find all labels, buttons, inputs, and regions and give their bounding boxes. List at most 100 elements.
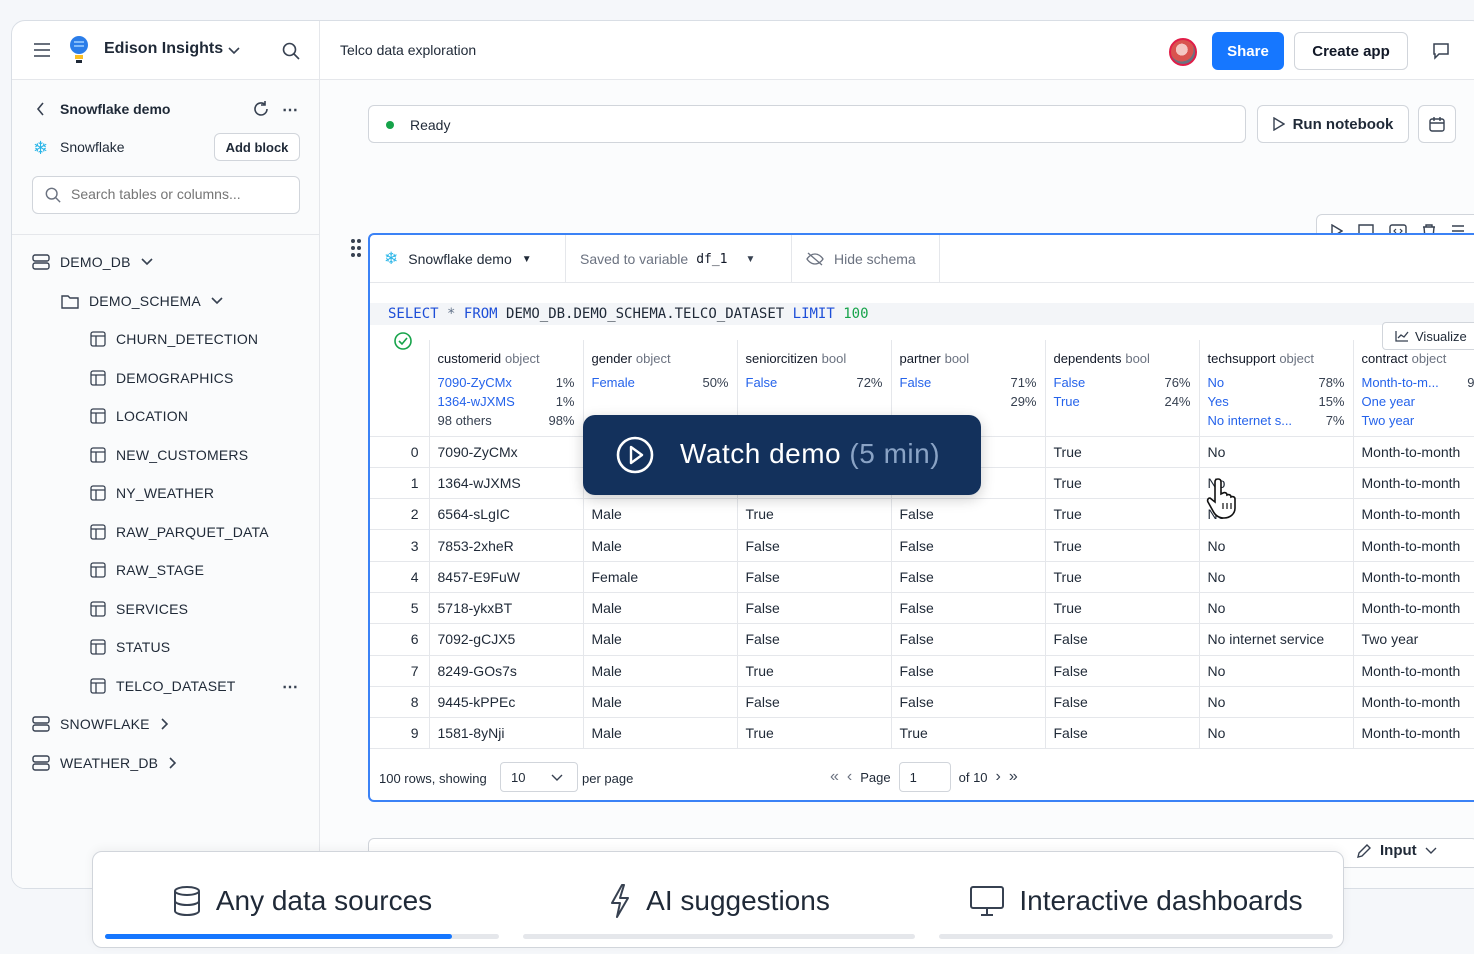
tab-data-sources[interactable]: Any data sources (93, 852, 511, 949)
search-input[interactable] (71, 186, 291, 202)
table-cell: Male (583, 529, 738, 562)
schedule-button[interactable] (1418, 105, 1456, 143)
column-header[interactable]: techsupport object No 78% Yes 15% No internet… (1199, 340, 1354, 437)
input-button[interactable]: Input (1356, 842, 1437, 859)
table-cell: True (1045, 592, 1200, 625)
column-header[interactable]: contract object Month-to-m... 9 One year Two… (1353, 340, 1474, 437)
tree-table[interactable]: TELCO_DATASET (90, 678, 236, 694)
tree-table[interactable]: DEMOGRAPHICS (90, 370, 234, 386)
avatar[interactable] (1169, 38, 1197, 66)
table-row[interactable]: 6 7092-gCJX5 Male False False False No interne… (370, 623, 1474, 656)
stat-percent: 71% (1010, 375, 1037, 390)
menu-icon[interactable] (33, 42, 51, 63)
add-block-button[interactable]: Add block (214, 133, 300, 161)
back-chevron-icon[interactable] (36, 102, 46, 121)
tree-db-demo[interactable]: DEMO_DB (32, 254, 153, 270)
table-cell: Month-to-month (1353, 561, 1474, 593)
per-page-value: 10 (511, 770, 526, 785)
table-row[interactable]: 8 9445-kPPEc Male False False False No Month-to… (370, 686, 1474, 719)
table-row[interactable]: 9 1581-8yNji Male True True False No Month-to-m… (370, 717, 1474, 750)
table-row[interactable]: 5 5718-ykxBT Male False False True No Month-to-… (370, 592, 1474, 625)
stat-value: Yes (1207, 394, 1229, 409)
stat-value: False (745, 375, 778, 390)
topbar-divider (319, 21, 320, 80)
table-cell: False (737, 686, 892, 719)
sql-editor[interactable]: SELECT * FROM DEMO_DB.DEMO_SCHEMA.TELCO_… (370, 303, 1474, 325)
tree-table[interactable]: RAW_STAGE (90, 562, 204, 578)
refresh-icon[interactable] (252, 100, 270, 123)
lightning-icon (611, 883, 630, 918)
table-search[interactable] (32, 176, 300, 214)
watch-demo-button[interactable]: Watch demo (5 min) (583, 415, 981, 495)
saved-label: Saved to variable (580, 251, 689, 267)
tree-table[interactable]: SERVICES (90, 601, 188, 617)
drag-handle-icon[interactable] (350, 238, 362, 263)
table-cell: False (1045, 717, 1200, 750)
table-row[interactable]: 7 8249-GOs7s Male True False False No Month-to-… (370, 655, 1474, 687)
tree-table[interactable]: NY_WEATHER (90, 485, 214, 501)
top-bar: Edison Insights Telco data exploration S… (12, 21, 1474, 80)
table-cell: Male (583, 686, 738, 719)
stat-value: No internet s... (1207, 413, 1293, 428)
per-page-select[interactable]: 10 (500, 762, 578, 792)
tree-table[interactable]: LOCATION (90, 408, 188, 424)
chevron-down-icon[interactable] (228, 43, 240, 61)
source-selector[interactable]: ❄ Snowflake demo ▼ (384, 235, 566, 283)
table-cell: False (737, 623, 892, 656)
table-row[interactable]: 3 7853-2xheR Male False False True No Month-to-… (370, 529, 1474, 562)
row-index: 3 (370, 529, 430, 562)
brand-name[interactable]: Edison Insights (104, 40, 223, 58)
table-cell: True (891, 717, 1046, 750)
tab-ai-suggestions[interactable]: AI suggestions (511, 852, 927, 949)
column-type: bool (1125, 351, 1150, 366)
play-circle-icon (616, 436, 654, 474)
column-header[interactable]: dependents bool False 76% True 24% (1045, 340, 1200, 437)
hide-schema-button[interactable]: Hide schema (792, 235, 940, 283)
column-stat: No 78% (1208, 373, 1345, 392)
sql-cell[interactable]: ❄ Snowflake demo ▼ Saved to variable df_… (368, 233, 1474, 802)
tree-table[interactable]: CHURN_DETECTION (90, 331, 258, 347)
comment-icon[interactable] (1432, 42, 1450, 65)
next-page-icon[interactable]: › (996, 768, 1001, 786)
first-page-icon[interactable]: « (830, 768, 839, 786)
tree-table[interactable]: RAW_PARQUET_DATA (90, 524, 269, 540)
table-cell: 1581-8yNji (429, 717, 584, 750)
document-title[interactable]: Telco data exploration (340, 42, 476, 58)
share-button[interactable]: Share (1212, 32, 1284, 70)
run-notebook-button[interactable]: Run notebook (1257, 105, 1409, 143)
stat-value: True (1053, 394, 1080, 409)
tree-table[interactable]: NEW_CUSTOMERS (90, 447, 248, 463)
column-stat: 29% (900, 392, 1036, 411)
table-cell: True (1045, 529, 1200, 562)
more-icon[interactable]: ⋯ (282, 100, 298, 120)
calendar-icon (1429, 117, 1445, 132)
source-name: Snowflake demo (408, 251, 512, 267)
table-cell: 9445-kPPEc (429, 686, 584, 719)
tree-db-weather[interactable]: WEATHER_DB (32, 755, 178, 771)
variable-selector[interactable]: Saved to variable df_1 ▼ (566, 235, 792, 283)
create-app-button[interactable]: Create app (1294, 32, 1408, 70)
stat-value: 1364-wJXMS (437, 394, 515, 409)
column-header[interactable]: customerid object 7090-ZyCMx 1% 1364-wJXMS 1… (429, 340, 584, 437)
table-row[interactable]: 26564-sLgICMaleTrueFalseTrueNoMonth-to-m… (370, 498, 1474, 531)
tree-label: LOCATION (116, 408, 189, 424)
stat-value: Female (591, 375, 635, 390)
column-type: object (635, 351, 671, 366)
last-page-icon[interactable]: » (1009, 768, 1018, 786)
column-stat: 1364-wJXMS 1% (438, 392, 575, 411)
page-input[interactable]: 1 (898, 762, 951, 792)
prev-page-icon[interactable]: ‹ (847, 768, 852, 786)
table-row[interactable]: 4 8457-E9FuW Female False False True No Month-t… (370, 561, 1474, 593)
tab-dashboards[interactable]: Interactive dashboards (927, 852, 1345, 949)
tree-table[interactable]: STATUS (90, 639, 170, 655)
table-cell: 8249-GOs7s (429, 655, 584, 687)
table-more-icon[interactable]: ⋯ (282, 677, 298, 697)
column-name: dependents (1053, 351, 1122, 366)
search-icon[interactable] (282, 42, 300, 65)
tree-db-snowflake[interactable]: SNOWFLAKE (32, 716, 170, 732)
tree-schema[interactable]: DEMO_SCHEMA (61, 293, 223, 309)
table-cell: True (737, 655, 892, 687)
cell-header: ❄ Snowflake demo ▼ Saved to variable df_… (370, 235, 1474, 283)
table-cell: No (1199, 686, 1354, 719)
per-page-label: per page (582, 771, 634, 786)
